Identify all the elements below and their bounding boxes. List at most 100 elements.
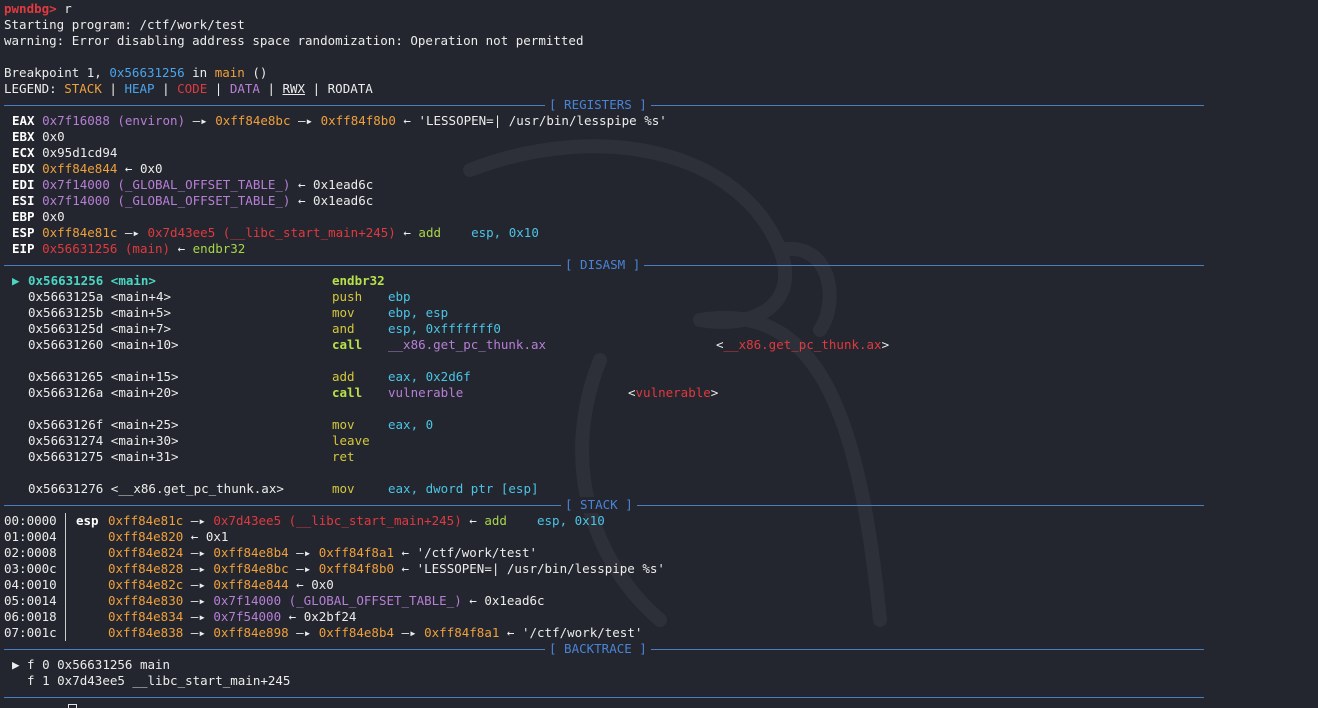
disasm-address: 0x5663125b <main+5> xyxy=(28,305,171,321)
disasm-row: ▶ 0x56631256 <main> endbr32 xyxy=(0,273,1200,289)
disasm-label: <main+25> xyxy=(110,417,179,432)
pointer-arrow: —▸ xyxy=(185,113,216,128)
deref-arrow: ← xyxy=(395,113,419,128)
register-value: 0x95d1cd94 xyxy=(42,145,118,160)
register-symbol: (main) xyxy=(117,241,171,256)
instruction-mnemonic: endbr32 xyxy=(192,241,246,256)
register-symbol: (_GLOBAL_OFFSET_TABLE_) xyxy=(109,177,291,192)
frame-marker: ▶ xyxy=(12,657,20,672)
register-name: EDI xyxy=(12,177,35,192)
disasm-address: 0x56631256 <main> xyxy=(28,273,156,289)
legend-line: LEGEND: STACK | HEAP | CODE | DATA | RWX… xyxy=(4,81,373,97)
call-target-name: vulnerable xyxy=(635,385,711,400)
disasm-operands: eax, 0x2d6f xyxy=(388,369,471,384)
call-target: <__x86.get_pc_thunk.ax> xyxy=(716,337,890,352)
disasm-address: 0x56631275 <main+31> xyxy=(28,449,179,465)
pointer-arrow: —▸ xyxy=(288,545,319,560)
stack-gutter-bar xyxy=(65,593,66,609)
stack-entry: 0xff84e828 —▸ 0xff84e8bc —▸ 0xff84f8b0 ←… xyxy=(76,561,665,577)
disasm-mnemonic: endbr32 xyxy=(332,273,385,288)
pointer-arrow: —▸ xyxy=(183,513,214,528)
stack-row: 02:0008 0xff84e824 —▸ 0xff84e8b4 —▸ 0xff8… xyxy=(0,545,1200,561)
pointer-value: 0xff84e8b4 xyxy=(213,545,289,560)
stack-address: 0xff84e81c xyxy=(108,513,184,528)
legend-data: DATA xyxy=(229,81,260,96)
pointer-value: 0x7f54000 xyxy=(213,609,282,624)
disasm-label: <main+5> xyxy=(110,305,172,320)
pointer-arrow: —▸ xyxy=(288,561,319,576)
register-name: EDX xyxy=(12,161,35,176)
register-value: 0x7f14000 xyxy=(42,177,110,192)
pointer-value: 0x7d43ee5 xyxy=(147,225,216,240)
pointer-symbol: (__libc_start_main+245) xyxy=(215,225,396,240)
disasm-banner: [ DISASM ] xyxy=(561,257,645,273)
stack-address: 0xff84e830 xyxy=(108,593,184,608)
pointer-symbol: (_GLOBAL_OFFSET_TABLE_) xyxy=(281,593,462,608)
stack-row: 00:0000 esp 0xff84e81c —▸ 0x7d43ee5 (__lib… xyxy=(0,513,1200,529)
stack-gutter-bar xyxy=(65,561,66,577)
deref-arrow: ← xyxy=(290,177,314,192)
stack-entry: 0xff84e834 —▸ 0x7f54000 ← 0x2bf24 xyxy=(76,609,356,625)
disasm-row: 0x5663125b <main+5> mov ebp, esp xyxy=(0,305,1200,321)
deref-value: '/ctf/work/test' xyxy=(521,625,643,640)
breakpoint-prefix: Breakpoint 1, xyxy=(4,65,110,80)
disasm-row: 0x56631274 <main+30> leave xyxy=(0,433,1200,449)
pointer-value: 0xff84f8a1 xyxy=(318,545,395,560)
register-name: EBP xyxy=(12,209,35,224)
disasm-addr-text: 0x56631276 xyxy=(28,481,104,496)
backtrace-frame: ▶ f 0 0x56631256 main xyxy=(12,657,170,673)
stack-gutter-bar xyxy=(65,609,66,625)
pointer-value: 0x7f14000 xyxy=(213,593,282,608)
legend-sep: | xyxy=(305,81,328,96)
deref-value: 'LESSOPEN=| /usr/bin/lesspipe %s' xyxy=(416,561,665,576)
deref-value: '/ctf/work/test' xyxy=(416,545,538,560)
end-separator xyxy=(4,697,1204,698)
disasm-address: 0x56631276 <__x86.get_pc_thunk.ax> xyxy=(28,481,284,497)
disasm-address: 0x56631274 <main+30> xyxy=(28,433,179,449)
disasm-mnemonic: and xyxy=(332,321,355,336)
register-value: 0xff84e81c xyxy=(42,225,118,240)
stack-row: 05:0014 0xff84e830 —▸ 0x7f14000 (_GLOBAL_… xyxy=(0,593,1200,609)
disasm-operands: eax, 0 xyxy=(388,417,434,432)
pointer-arrow: —▸ xyxy=(183,561,214,576)
legend-heap: HEAP xyxy=(124,81,155,96)
instruction-operands: esp, xyxy=(537,513,575,528)
stack-offset: 07:001c xyxy=(4,625,57,640)
deref-arrow: ← xyxy=(288,577,312,592)
stack-gutter-bar xyxy=(65,529,66,545)
register-value: 0x0 xyxy=(42,209,65,224)
pointer-arrow: —▸ xyxy=(183,577,214,592)
register-name: EIP xyxy=(12,241,35,256)
terminal-cursor[interactable] xyxy=(68,704,77,708)
disasm-operands: __x86.get_pc_thunk.ax xyxy=(388,337,547,352)
starting-program-line: Starting program: /ctf/work/test xyxy=(4,17,245,32)
disasm-address: 0x5663125a <main+4> xyxy=(28,289,171,305)
disasm-operands: vulnerable xyxy=(388,385,464,400)
deref-value: 0x0 xyxy=(311,577,334,592)
pointer-value: 0xff84f8b0 xyxy=(320,113,396,128)
legend-sep: | xyxy=(101,81,125,96)
disasm-addr-text: 0x56631274 xyxy=(28,433,104,448)
register-value: 0xff84e844 xyxy=(42,161,118,176)
disasm-row: 0x56631275 <main+31> ret xyxy=(0,449,1200,465)
deref-arrow: ← xyxy=(461,593,485,608)
pointer-symbol: (__libc_start_main+245) xyxy=(281,513,462,528)
disasm-label: <main+7> xyxy=(110,321,172,336)
prompt-line: pwndbg> r xyxy=(4,1,72,17)
pointer-arrow: —▸ xyxy=(394,625,425,640)
breakpoint-func: main xyxy=(214,65,245,80)
deref-arrow: ← xyxy=(290,193,314,208)
stack-entry: 0xff84e82c —▸ 0xff84e844 ← 0x0 xyxy=(76,577,334,593)
pointer-value: 0xff84f8b0 xyxy=(318,561,395,576)
legend-rodata: RODATA xyxy=(327,81,373,96)
stack-row: 03:000c 0xff84e828 —▸ 0xff84e8bc —▸ 0xff8… xyxy=(0,561,1200,577)
disasm-operands: ebp xyxy=(388,289,411,304)
register-value: 0x0 xyxy=(42,129,65,144)
pointer-arrow: —▸ xyxy=(183,625,214,640)
stack-gutter-bar xyxy=(65,545,66,561)
legend-sep: | xyxy=(259,81,283,96)
call-target-name: __x86.get_pc_thunk.ax xyxy=(723,337,882,352)
deref-value: 0x1 xyxy=(205,529,229,544)
deref-value: 0x1ead6c xyxy=(313,177,374,192)
terminal-window[interactable]: pwndbg> r Starting program: /ctf/work/te… xyxy=(0,0,1318,708)
